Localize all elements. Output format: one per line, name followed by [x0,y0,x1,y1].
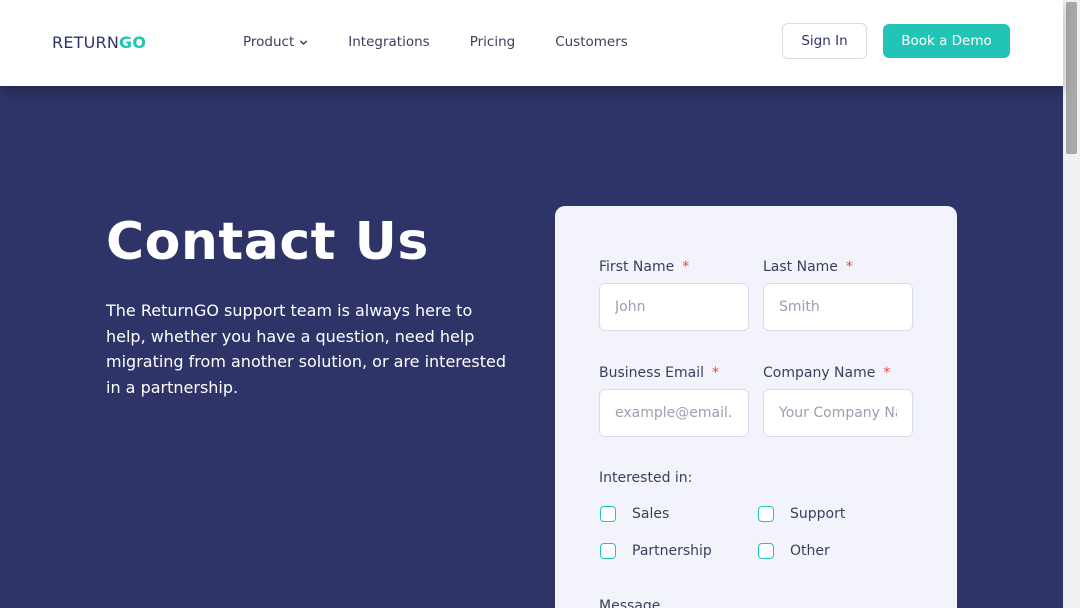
required-mark: * [682,259,690,275]
option-support-label: Support [790,506,846,522]
option-partnership-label: Partnership [632,543,712,559]
required-mark: * [712,365,720,381]
nav-label-pricing: Pricing [469,34,516,50]
other-checkbox[interactable] [758,543,774,559]
option-support[interactable]: Support [758,506,845,522]
page-title: Contact Us [106,212,429,272]
first-name-label: First Name * [599,259,689,275]
returngo-logo[interactable]: RETURNGO [52,33,146,52]
sign-in-button[interactable]: Sign In [782,23,867,59]
support-checkbox[interactable] [758,506,774,522]
company-name-label: Company Name * [763,365,890,381]
required-mark: * [845,259,853,275]
last-name-label-text: Last Name [763,259,838,275]
nav-item-pricing[interactable]: Pricing [470,34,516,50]
nav-item-customers[interactable]: Customers [555,34,628,50]
required-mark: * [883,365,891,381]
interested-in-label: Interested in: [599,470,693,486]
option-partnership[interactable]: Partnership [600,543,712,559]
first-name-input[interactable] [599,283,749,331]
option-sales[interactable]: Sales [600,506,669,522]
chevron-down-icon [300,39,308,45]
contact-form: First Name * Last Name * Business Email * C… [555,206,957,608]
sales-checkbox[interactable] [600,506,616,522]
logo-go-text: GO [119,33,147,52]
partnership-checkbox[interactable] [600,543,616,559]
business-email-input[interactable] [599,389,749,437]
nav-label-integrations: Integrations [348,34,430,50]
page-scrollbar[interactable] [1063,0,1080,608]
logo-return-text: RETURN [52,33,119,52]
option-other-label: Other [790,543,830,559]
first-name-label-text: First Name [599,259,675,275]
last-name-label: Last Name * [763,259,853,275]
nav-item-product[interactable]: Product [243,34,308,50]
business-email-label-text: Business Email [599,365,705,381]
hero-description: The ReturnGO support team is always here… [106,301,506,397]
nav-item-integrations[interactable]: Integrations [348,34,429,50]
site-header: RETURNGO Product Integrations Pricing Cu… [0,0,1063,86]
last-name-input[interactable] [763,283,913,331]
book-demo-button[interactable]: Book a Demo [883,24,1010,58]
scrollbar-thumb[interactable] [1066,2,1077,154]
main-nav: Product Integrations Pricing Customers [243,34,668,50]
nav-label-customers: Customers [555,34,628,50]
message-label: Message [599,598,661,608]
business-email-label: Business Email * [599,365,719,381]
option-other[interactable]: Other [758,543,830,559]
company-name-label-text: Company Name [763,365,876,381]
nav-label-product: Product [243,34,295,50]
option-sales-label: Sales [632,506,670,522]
company-name-input[interactable] [763,389,913,437]
